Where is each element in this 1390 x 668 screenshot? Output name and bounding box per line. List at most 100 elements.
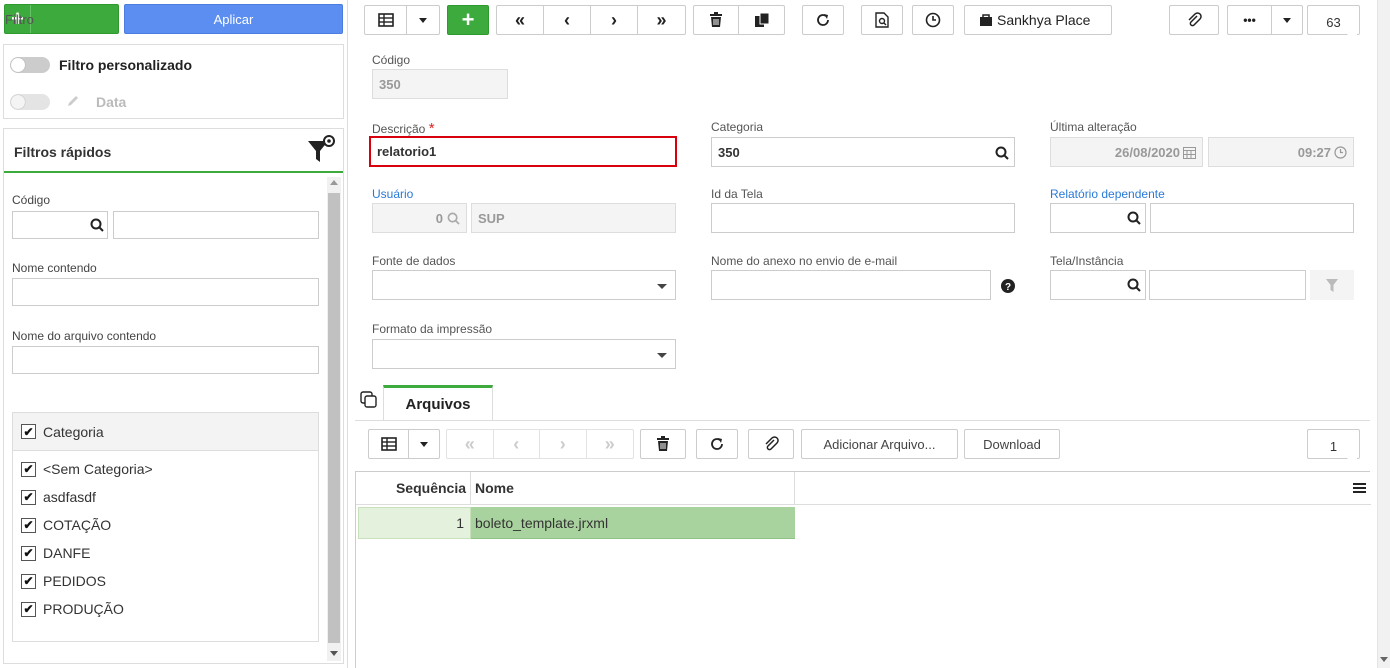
tela-instancia-label: Tela/Instância bbox=[1050, 254, 1124, 268]
column-header-sequencia[interactable]: Sequência bbox=[356, 472, 471, 505]
filename-contains-label: Nome do arquivo contendo bbox=[12, 329, 157, 343]
ultima-alteracao-date: 26/08/2020 bbox=[1050, 137, 1203, 167]
copy-icon[interactable] bbox=[360, 391, 378, 409]
last-record-icon: » bbox=[604, 433, 615, 454]
id-tela-label: Id da Tela bbox=[711, 187, 763, 201]
chevron-down-icon[interactable] bbox=[409, 430, 439, 458]
nome-anexo-input[interactable] bbox=[711, 270, 991, 300]
category-item[interactable]: ✔ <Sem Categoria> bbox=[21, 459, 153, 479]
sankhya-place-button[interactable]: Sankhya Place bbox=[964, 5, 1112, 35]
id-tela-input[interactable] bbox=[711, 203, 1015, 233]
files-count: 1 bbox=[1307, 429, 1360, 459]
files-grid: Sequência Nome 1 boleto_template.jrxml bbox=[355, 471, 1371, 668]
scroll-thumb[interactable] bbox=[328, 193, 340, 643]
calendar-icon bbox=[1183, 146, 1196, 159]
attachment-button[interactable] bbox=[1169, 5, 1219, 35]
grid-view-icon[interactable] bbox=[365, 6, 407, 34]
column-header-blank bbox=[795, 472, 1371, 505]
next-record-icon[interactable]: › bbox=[591, 6, 638, 34]
scroll-up-icon[interactable] bbox=[330, 180, 338, 185]
refresh-icon bbox=[817, 14, 829, 26]
delete-file-button[interactable] bbox=[640, 429, 686, 459]
code-description-input[interactable] bbox=[113, 211, 319, 239]
previous-record-icon[interactable]: ‹ bbox=[544, 6, 591, 34]
checkbox-checked-icon[interactable]: ✔ bbox=[21, 489, 36, 505]
download-button[interactable]: Download bbox=[964, 429, 1060, 459]
checkbox-checked-icon[interactable]: ✔ bbox=[21, 424, 36, 439]
filename-contains-input[interactable] bbox=[12, 346, 319, 374]
grid-view-menu[interactable] bbox=[364, 5, 440, 35]
refresh-files-button[interactable] bbox=[696, 429, 738, 459]
previous-record-icon: ‹ bbox=[494, 430, 540, 458]
tela-instancia-code[interactable] bbox=[1050, 270, 1146, 300]
scroll-down-icon[interactable] bbox=[330, 651, 338, 656]
checkbox-checked-icon[interactable]: ✔ bbox=[21, 545, 36, 561]
descricao-input[interactable]: relatorio1 bbox=[369, 136, 677, 167]
more-icon[interactable]: ••• bbox=[1228, 6, 1272, 34]
duplicate-icon[interactable] bbox=[739, 6, 784, 34]
code-filter-input[interactable] bbox=[12, 211, 108, 239]
relatorio-dependente-label[interactable]: Relatório dependente bbox=[1050, 187, 1165, 201]
panel-divider bbox=[347, 0, 348, 668]
clock-icon bbox=[1334, 145, 1347, 159]
checkbox-checked-icon[interactable]: ✔ bbox=[21, 517, 36, 533]
add-filter-button[interactable]: + Filtro bbox=[4, 4, 119, 34]
table-row-nome[interactable]: boleto_template.jrxml bbox=[471, 507, 795, 539]
page-scrollbar[interactable] bbox=[1377, 0, 1390, 668]
quick-filters-header: Filtros rápidos bbox=[4, 129, 343, 173]
last-record-icon[interactable]: » bbox=[638, 6, 685, 34]
attach-file-button[interactable] bbox=[748, 429, 794, 459]
history-button[interactable] bbox=[912, 5, 954, 35]
filter-panel: + Filtro Aplicar Filtro personalizado Da… bbox=[0, 0, 347, 668]
add-file-button[interactable]: Adicionar Arquivo... bbox=[801, 429, 958, 459]
record-navigation: « ‹ › » bbox=[496, 5, 686, 35]
filter-scrollbar[interactable] bbox=[327, 177, 341, 661]
help-icon[interactable]: ? bbox=[1001, 279, 1015, 293]
more-options-menu[interactable]: ••• bbox=[1227, 5, 1303, 35]
checkbox-checked-icon[interactable]: ✔ bbox=[21, 573, 36, 589]
category-item[interactable]: ✔ COTAÇÃO bbox=[21, 515, 111, 535]
category-item[interactable]: ✔ PEDIDOS bbox=[21, 571, 106, 591]
pencil-icon bbox=[66, 94, 80, 108]
categoria-value: 350 bbox=[718, 144, 740, 160]
grid-view-icon[interactable] bbox=[369, 430, 409, 458]
refresh-button[interactable] bbox=[802, 5, 844, 35]
relatorio-dependente-code[interactable] bbox=[1050, 203, 1146, 233]
name-contains-input[interactable] bbox=[12, 278, 319, 306]
files-grid-view-menu[interactable] bbox=[368, 429, 440, 459]
report-preview-button[interactable] bbox=[861, 5, 903, 35]
tela-instancia-desc[interactable] bbox=[1149, 270, 1306, 300]
search-icon bbox=[1127, 211, 1141, 225]
custom-filter-toggle[interactable] bbox=[10, 57, 50, 73]
fonte-dados-select[interactable] bbox=[372, 270, 676, 300]
clock-icon bbox=[925, 12, 941, 28]
add-record-button[interactable]: + bbox=[447, 5, 489, 35]
chevron-down-icon[interactable] bbox=[407, 6, 439, 34]
apply-button[interactable]: Aplicar bbox=[124, 4, 343, 34]
chevron-down-icon[interactable] bbox=[1272, 6, 1302, 34]
scroll-down-icon[interactable] bbox=[1380, 657, 1388, 662]
usuario-code-field: 0 bbox=[372, 203, 467, 233]
tab-arquivos[interactable]: Arquivos bbox=[383, 385, 493, 421]
categoria-input[interactable]: 350 bbox=[711, 137, 1015, 167]
category-item[interactable]: ✔ PRODUÇÃO bbox=[21, 599, 124, 619]
first-record-icon[interactable]: « bbox=[497, 6, 544, 34]
checkbox-checked-icon[interactable]: ✔ bbox=[21, 601, 36, 617]
next-record-icon: › bbox=[540, 430, 587, 458]
chevron-down-icon bbox=[657, 284, 667, 289]
sankhya-place-label: Sankhya Place bbox=[997, 12, 1091, 28]
category-item[interactable]: ✔ DANFE bbox=[21, 543, 90, 563]
table-row-seq[interactable]: 1 bbox=[358, 507, 471, 539]
usuario-label[interactable]: Usuário bbox=[372, 187, 413, 201]
nome-anexo-label: Nome do anexo no envio de e-mail bbox=[711, 254, 898, 268]
filter-settings-icon[interactable] bbox=[306, 135, 336, 165]
descricao-label: Descrição * bbox=[372, 120, 435, 137]
category-header[interactable]: ✔ Categoria bbox=[13, 413, 318, 451]
column-header-nome[interactable]: Nome bbox=[471, 472, 795, 505]
relatorio-dependente-desc[interactable] bbox=[1150, 203, 1354, 233]
formato-impressao-select[interactable] bbox=[372, 339, 676, 369]
trash-icon[interactable] bbox=[694, 6, 740, 34]
hamburger-menu-icon[interactable] bbox=[1353, 482, 1366, 494]
category-item[interactable]: ✔ asdfasdf bbox=[21, 487, 96, 507]
checkbox-checked-icon[interactable]: ✔ bbox=[21, 461, 36, 477]
